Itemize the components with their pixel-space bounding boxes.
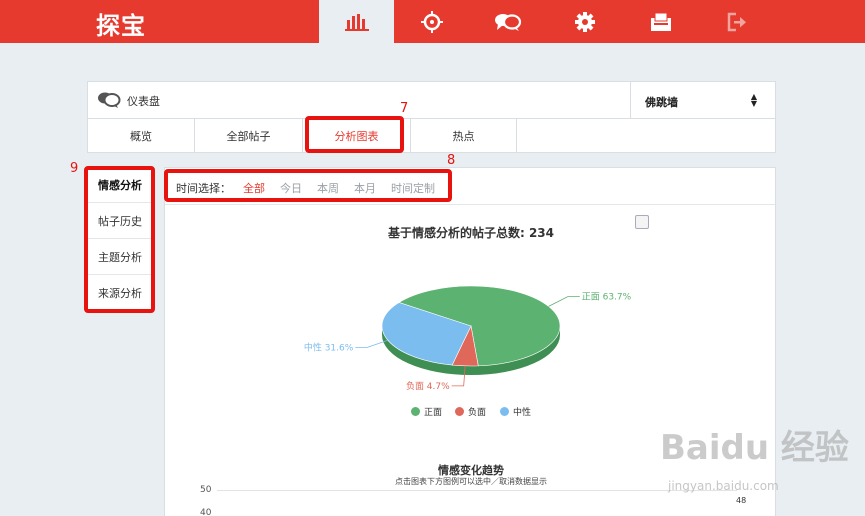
- legend-label: 负面: [468, 408, 487, 418]
- y-tick-label: 50: [200, 485, 212, 495]
- nav-target[interactable]: [394, 0, 469, 43]
- dashboard-header-row: 仪表盘 佛跳墙 ▲ ▼: [88, 82, 775, 119]
- highlight-box-tabs: [305, 116, 404, 153]
- legend-item-neutral[interactable]: 中性: [500, 405, 531, 418]
- legend-dot: [500, 407, 509, 416]
- highlight-box-sidebar: [84, 166, 155, 313]
- pie-leader-line: [355, 339, 388, 348]
- chat-bubbles-icon: [494, 13, 521, 31]
- brand-select-value: 佛跳墙: [645, 96, 678, 109]
- export-icon[interactable]: [635, 215, 649, 229]
- crosshair-icon: [420, 10, 443, 33]
- bar-chart-icon: [344, 13, 369, 31]
- legend-label: 正面: [424, 408, 443, 418]
- nav-analytics[interactable]: [319, 0, 394, 43]
- annotation-number: 7: [400, 101, 409, 116]
- tab-all-posts[interactable]: 全部帖子: [195, 119, 303, 153]
- pie-data-label: 正面 63.7%: [582, 292, 632, 303]
- watermark-url: jingyan.baidu.com: [668, 479, 779, 493]
- nav-inbox[interactable]: [623, 0, 698, 43]
- legend-label: 中性: [513, 408, 532, 418]
- nav-logout[interactable]: [699, 0, 774, 43]
- gear-icon: [574, 11, 595, 32]
- pie-data-label: 负面 4.7%: [406, 380, 450, 392]
- highlight-box-filter: [164, 169, 452, 202]
- point-label: 48: [736, 496, 747, 505]
- pie-leader-line: [548, 296, 580, 307]
- annotation-number: 8: [447, 153, 456, 168]
- brand-select[interactable]: 佛跳墙 ▲ ▼: [630, 82, 775, 119]
- page-title: 仪表盘: [127, 95, 160, 108]
- legend-dot: [411, 407, 420, 416]
- legend-dot: [455, 407, 464, 416]
- select-arrows-icon: ▲ ▼: [750, 92, 757, 108]
- dashboard-panel: 仪表盘 佛跳墙 ▲ ▼ 概览 全部帖子 分析图表 热点: [87, 81, 776, 153]
- grid-line: [217, 490, 737, 491]
- tab-overview[interactable]: 概览: [88, 119, 195, 153]
- annotation-number: 9: [70, 161, 79, 176]
- y-tick-label: 40: [200, 508, 212, 516]
- top-navigation-bar: 探宝: [0, 0, 865, 43]
- inbox-icon: [650, 12, 671, 31]
- chat-bubbles-icon: [98, 92, 121, 108]
- legend-item-negative[interactable]: 负面: [455, 405, 486, 418]
- nav-settings[interactable]: [547, 0, 622, 43]
- logout-icon: [727, 12, 746, 31]
- nav-messages[interactable]: [470, 0, 545, 43]
- tab-hotspots[interactable]: 热点: [411, 119, 517, 153]
- watermark-logo: Baidu 经验: [660, 428, 849, 468]
- legend-item-positive[interactable]: 正面: [411, 405, 442, 418]
- app-logo: 探宝: [96, 12, 146, 40]
- pie-data-label: 中性 31.6%: [304, 341, 354, 353]
